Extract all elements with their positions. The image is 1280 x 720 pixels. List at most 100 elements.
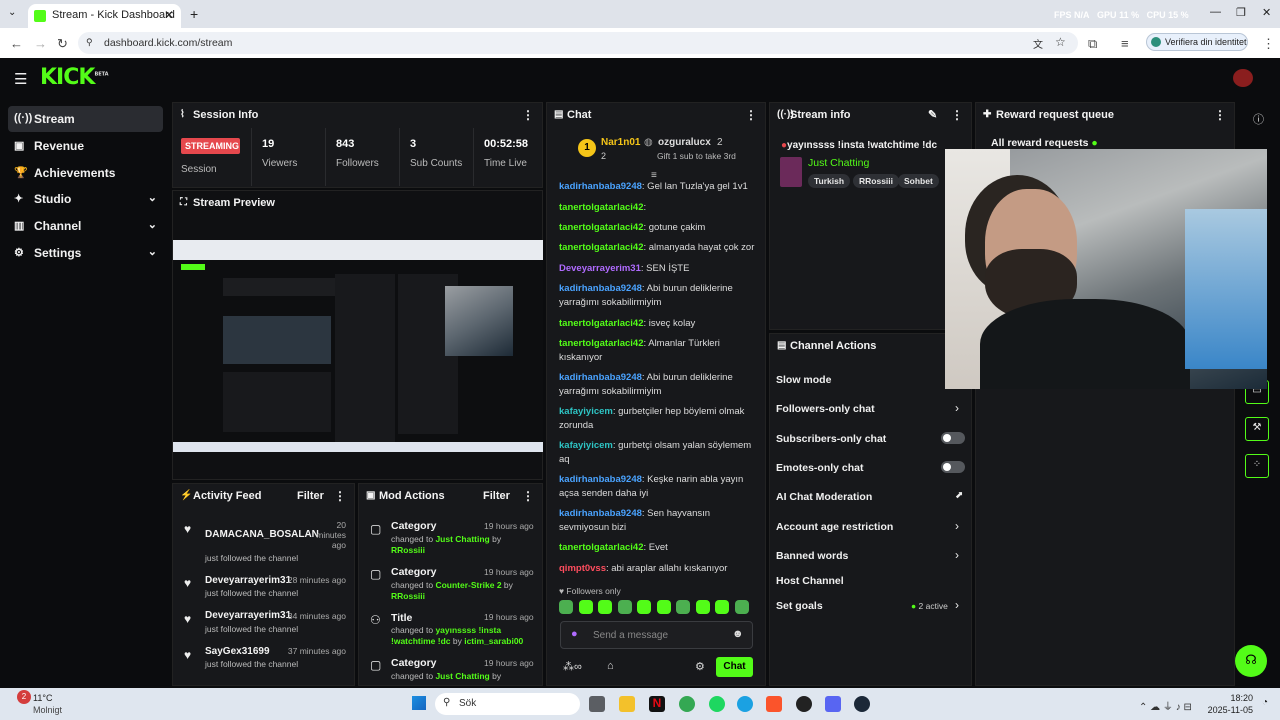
host-channel-row[interactable]: Host Channel — [776, 575, 844, 587]
chrome-icon[interactable] — [679, 696, 695, 712]
subscribers-only-chat-row[interactable]: Subscribers-only chat — [776, 433, 886, 445]
subscribers-only-toggle[interactable] — [941, 432, 965, 444]
sidebar-item-stream[interactable]: ((·)) Stream — [8, 106, 163, 132]
chat-username[interactable]: kafayiyicem — [559, 440, 613, 451]
all-reward-requests[interactable]: All reward requests ● — [991, 137, 1098, 149]
translate-icon[interactable]: 文 — [1033, 36, 1043, 51]
microphone-icon[interactable]: ● — [571, 628, 578, 640]
chevron-right-icon[interactable]: › — [955, 548, 959, 562]
notification-bell-icon[interactable]: ◔ — [1262, 697, 1268, 708]
url-field[interactable]: ⚲ dashboard.kick.com/stream 文 ☆ — [78, 32, 1078, 54]
emote-icon[interactable] — [695, 600, 710, 614]
chat-username[interactable]: Deveyarrayerim31 — [559, 263, 641, 274]
chat-username[interactable]: tanertolgatarlaci42 — [559, 338, 643, 349]
chat-username[interactable]: kadirhanbaba9248 — [559, 508, 642, 519]
edge-icon[interactable] — [737, 696, 753, 712]
extensions-icon[interactable]: ⧉ — [1088, 36, 1097, 52]
site-info-icon[interactable]: ⚲ — [86, 37, 93, 48]
feed-username[interactable]: Deveyarrayerim31 — [205, 610, 291, 621]
sidebar-item-revenue[interactable]: ▣ Revenue — [8, 133, 163, 159]
feed-username[interactable]: Deveyarrayerim31 — [205, 575, 291, 586]
chevron-right-icon[interactable]: › — [955, 519, 959, 533]
sidebar-item-studio[interactable]: ✦ Studio ⌄ — [8, 186, 163, 212]
chat-username[interactable]: tanertolgatarlaci42 — [559, 242, 643, 253]
emote-icon[interactable] — [656, 600, 671, 614]
emotes-only-toggle[interactable] — [941, 461, 965, 473]
hamburger-menu-icon[interactable]: ☰ — [14, 70, 27, 88]
chevron-right-icon[interactable]: › — [955, 401, 959, 415]
reading-list-icon[interactable]: ≡ — [1121, 36, 1129, 51]
file-explorer-icon[interactable] — [619, 696, 635, 712]
ai-chat-moderation-row[interactable]: AI Chat Moderation — [776, 491, 872, 503]
more-options-icon[interactable]: ⋮ — [522, 108, 534, 122]
chat-username[interactable]: kafayiyicem — [559, 406, 613, 417]
chat-username[interactable]: kadirhanbaba9248 — [559, 474, 642, 485]
spotify-icon[interactable] — [709, 696, 725, 712]
emote-icon[interactable] — [617, 600, 632, 614]
chat-username[interactable]: tanertolgatarlaci42 — [559, 542, 643, 553]
sidebar-item-settings[interactable]: ⚙ Settings ⌄ — [8, 240, 163, 266]
emote-bar[interactable] — [559, 600, 754, 616]
forward-icon[interactable]: → — [34, 36, 47, 51]
windows-start-icon[interactable] — [412, 696, 426, 710]
category-thumbnail[interactable] — [780, 157, 802, 187]
chat-username[interactable]: kadirhanbaba9248 — [559, 181, 642, 192]
tab-list-icon[interactable]: ⌄ — [8, 7, 16, 18]
category-name[interactable]: Just Chatting — [808, 157, 869, 169]
sidebar-item-achievements[interactable]: 🏆 Achievements — [8, 160, 163, 186]
weather-temp[interactable]: 11°C — [33, 693, 52, 703]
more-options-icon[interactable]: ⋮ — [334, 489, 346, 503]
info-icon[interactable]: ⓘ — [1253, 111, 1264, 127]
feed-username[interactable]: DAMACANA_BOSALAN — [205, 529, 319, 540]
browser-tab[interactable]: Stream - Kick Dashboard ✕ — [28, 4, 181, 28]
banned-words-row[interactable]: Banned words — [776, 550, 848, 562]
infinity-icon[interactable]: ⁂∞ — [563, 660, 582, 673]
sidebar-item-channel[interactable]: ▥ Channel ⌄ — [8, 213, 163, 239]
emote-icon[interactable] — [715, 600, 729, 614]
system-tray-icons[interactable]: ⌃ ☁ ⏚ ♪ ⊟ — [1139, 698, 1192, 713]
taskbar-search[interactable]: ⚲ Sök — [435, 693, 580, 715]
minimize-icon[interactable]: — — [1210, 6, 1221, 18]
emote-icon[interactable] — [676, 600, 690, 614]
chat-username[interactable]: tanertolgatarlaci42 — [559, 222, 643, 233]
edit-pencil-icon[interactable]: ✎ — [928, 108, 937, 121]
chat-username[interactable]: tanertolgatarlaci42 — [559, 202, 643, 213]
filter-button[interactable]: Filter — [483, 490, 510, 502]
more-options-icon[interactable]: ⋮ — [745, 108, 757, 122]
emote-icon[interactable] — [598, 600, 612, 614]
filter-button[interactable]: Filter — [297, 490, 324, 502]
set-goals-row[interactable]: Set goals — [776, 600, 823, 612]
browser-menu-icon[interactable]: ⋮ — [1262, 36, 1275, 52]
maximize-icon[interactable]: ❐ — [1236, 6, 1246, 19]
wrench-icon[interactable]: ⚒ — [1245, 417, 1269, 441]
close-tab-icon[interactable]: ✕ — [164, 8, 174, 22]
emote-icon[interactable] — [578, 600, 593, 614]
followers-only-chat-row[interactable]: Followers-only chat — [776, 403, 875, 415]
brave-icon[interactable] — [766, 696, 782, 712]
chevron-right-icon[interactable]: › — [955, 598, 959, 612]
discord-icon[interactable] — [825, 696, 841, 712]
chat-username[interactable]: kadirhanbaba9248 — [559, 283, 642, 294]
reload-icon[interactable]: ↻ — [57, 36, 68, 52]
obs-icon[interactable] — [796, 696, 812, 712]
feed-username[interactable]: SayGex31699 — [205, 646, 270, 657]
kick-logo[interactable]: KICKBETA — [40, 65, 109, 90]
external-chart-icon[interactable]: ⬈ — [955, 490, 963, 501]
more-options-icon[interactable]: ⋮ — [522, 489, 534, 503]
user-avatar[interactable] — [1233, 69, 1253, 87]
steam-icon[interactable] — [854, 696, 870, 712]
chat-input[interactable]: ● Send a message ☻ — [560, 621, 753, 649]
new-tab-icon[interactable]: + — [190, 6, 198, 22]
send-chat-button[interactable]: Chat — [716, 657, 753, 677]
emote-icon[interactable] — [637, 600, 651, 614]
profile-button[interactable]: Verifiera din identitet — [1146, 33, 1248, 51]
second-gifter-name[interactable]: ozguralucx — [658, 137, 711, 148]
chat-username[interactable]: tanertolgatarlaci42 — [559, 318, 643, 329]
emote-icon[interactable] — [734, 600, 749, 614]
slow-mode-row[interactable]: Slow mode — [776, 374, 831, 386]
chat-settings-icon[interactable]: ⚙ — [695, 660, 705, 673]
bookmark-star-icon[interactable]: ☆ — [1055, 35, 1066, 49]
more-options-icon[interactable]: ⋮ — [951, 108, 963, 122]
support-headset-icon[interactable]: ☊ — [1235, 645, 1267, 677]
emote-icon[interactable] — [559, 600, 573, 614]
